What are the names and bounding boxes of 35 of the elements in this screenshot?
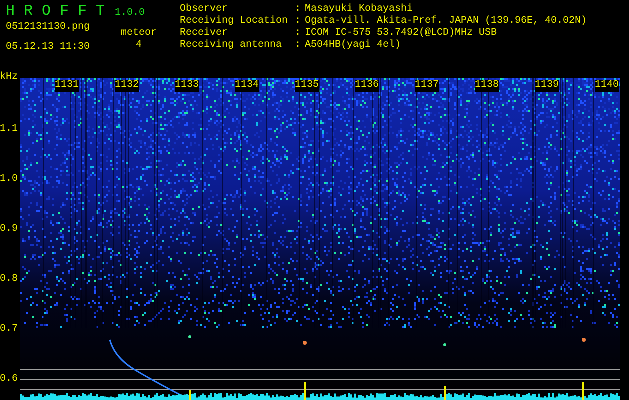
time-label: 1137 [415,80,440,92]
time-label: 1132 [115,80,140,92]
time-label: 1138 [475,80,500,92]
axis-label: 0.7 [0,324,18,336]
axis-label: 0.8 [0,274,18,286]
info-separator: : [295,28,302,40]
time-label: 1131 [55,80,80,92]
info-separator: : [295,16,302,28]
time-label: 1133 [175,80,200,92]
info-value: Masayuki Kobayashi [305,4,414,16]
axis-label: 0.9 [0,224,18,236]
info-label: Receiver [180,28,230,40]
info-separator: : [295,40,302,52]
app-version: 1.0.0 [115,8,146,20]
info-label: Receiving antenna [180,40,284,52]
info-separator: : [295,4,302,16]
file-name: 0512131130.png [6,22,92,34]
axis-label: 0.6 [0,374,18,386]
time-label: 1134 [235,80,260,92]
time-label: 1139 [535,80,560,92]
app-title: H R O F F T [6,4,106,20]
time-label: 1140 [595,80,620,92]
meteor-count: 4 [136,40,142,52]
time-label: 1136 [355,80,380,92]
axis-unit: kHz [0,72,18,84]
info-label: Receiving Location [180,16,290,28]
info-label: Observer [180,4,230,16]
info-value: A504HB(yagi 4el) [305,40,402,52]
timestamp: 05.12.13 11:30 [6,42,92,54]
axis-label: 1.0 [0,174,18,186]
info-value: ICOM IC-575 53.7492(@LCD)MHz USB [305,28,498,40]
axis-label: 1.1 [0,124,18,136]
time-label: 1135 [295,80,320,92]
meteor-label: meteor [121,28,158,40]
info-value: Ogata-vill. Akita-Pref. JAPAN (139.96E, 40.02N) [305,16,588,28]
